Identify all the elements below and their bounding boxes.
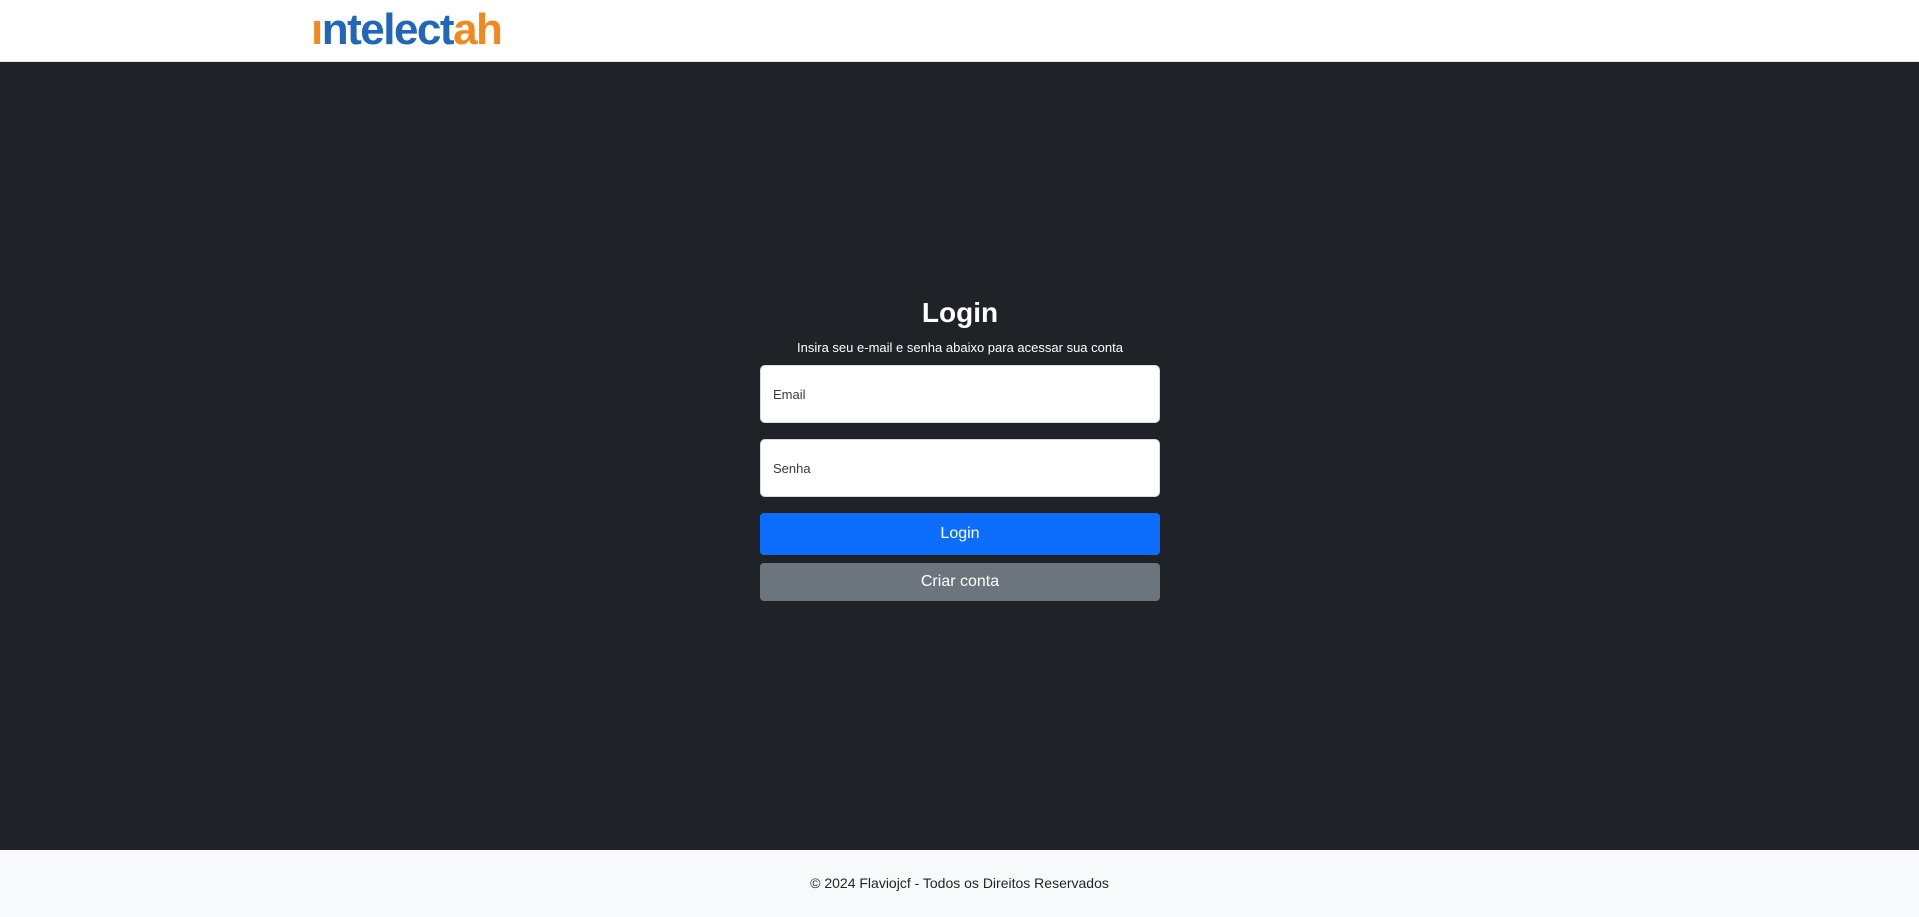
email-input[interactable] [761, 366, 1159, 422]
email-field-wrapper [760, 365, 1160, 423]
logo-i-stem: ı [311, 5, 323, 54]
login-form: Login Insira seu e-mail e senha abaixo p… [760, 295, 1160, 601]
create-account-button[interactable]: Criar conta [760, 563, 1160, 601]
main-content: Login Insira seu e-mail e senha abaixo p… [0, 62, 1919, 850]
footer-copyright: © 2024 Flaviojcf - Todos os Direitos Res… [810, 875, 1109, 891]
logo-text-blue: ntelect [321, 5, 455, 54]
login-button[interactable]: Login [760, 513, 1160, 555]
login-subtitle: Insira seu e-mail e senha abaixo para ac… [797, 340, 1123, 355]
logo-text-h: h [476, 5, 503, 54]
top-navbar: ıntelectah [0, 0, 1919, 62]
footer: © 2024 Flaviojcf - Todos os Direitos Res… [0, 850, 1919, 917]
login-title: Login [921, 297, 999, 328]
password-field-wrapper [760, 439, 1160, 497]
logo-text-a: a [453, 5, 477, 54]
intelectah-logo[interactable]: ıntelectah [311, 4, 503, 56]
password-input[interactable] [761, 440, 1159, 496]
